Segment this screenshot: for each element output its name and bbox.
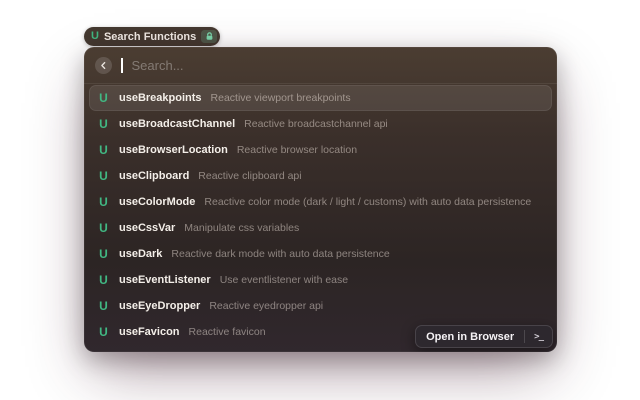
function-description: Reactive viewport breakpoints: [211, 92, 351, 104]
vueuse-function-icon: U: [97, 144, 110, 156]
vueuse-function-icon: U: [97, 300, 110, 312]
lock-icon: [201, 30, 217, 43]
function-name: useBrowserLocation: [119, 144, 228, 156]
function-list: U useBreakpoints Reactive viewport break…: [84, 84, 557, 352]
function-name: useBreakpoints: [119, 92, 202, 104]
list-item[interactable]: U useColorMode Reactive color mode (dark…: [89, 189, 552, 215]
vueuse-function-icon: U: [97, 196, 110, 208]
function-description: Reactive clipboard api: [198, 170, 301, 182]
function-description: Reactive favicon: [189, 326, 266, 338]
vueuse-function-icon: U: [97, 326, 110, 338]
function-name: useEyeDropper: [119, 300, 200, 312]
back-button[interactable]: [95, 57, 112, 74]
function-name: useEventListener: [119, 274, 211, 286]
function-description: Use eventlistener with ease: [220, 274, 348, 286]
action-label: Open in Browser: [416, 331, 524, 343]
function-name: useColorMode: [119, 196, 195, 208]
vueuse-function-icon: U: [97, 248, 110, 260]
text-caret: [121, 58, 123, 73]
list-item[interactable]: U useBroadcastChannel Reactive broadcast…: [89, 111, 552, 137]
list-item[interactable]: U useDark Reactive dark mode with auto d…: [89, 241, 552, 267]
chevron-left-icon: [99, 61, 108, 70]
terminal-prompt-icon: >_: [525, 332, 552, 342]
vueuse-logo-icon: U: [91, 31, 99, 42]
search-input[interactable]: [132, 58, 547, 73]
search-bar: [84, 47, 557, 84]
launcher-window: U useBreakpoints Reactive viewport break…: [84, 47, 557, 352]
vueuse-function-icon: U: [97, 222, 110, 234]
list-item[interactable]: U useBreakpoints Reactive viewport break…: [89, 85, 552, 111]
function-description: Reactive color mode (dark / light / cust…: [204, 196, 531, 208]
command-badge[interactable]: U Search Functions: [84, 27, 220, 46]
function-description: Reactive broadcastchannel api: [244, 118, 388, 130]
vueuse-function-icon: U: [97, 92, 110, 104]
function-description: Reactive dark mode with auto data persis…: [171, 248, 389, 260]
command-title: Search Functions: [104, 31, 196, 43]
open-in-browser-button[interactable]: Open in Browser >_: [415, 325, 553, 348]
list-item[interactable]: U useEyeDropper Reactive eyedropper api: [89, 293, 552, 319]
function-name: useFavicon: [119, 326, 180, 338]
vueuse-function-icon: U: [97, 118, 110, 130]
function-name: useClipboard: [119, 170, 189, 182]
function-name: useCssVar: [119, 222, 175, 234]
vueuse-function-icon: U: [97, 274, 110, 286]
list-item[interactable]: U useClipboard Reactive clipboard api: [89, 163, 552, 189]
function-name: useDark: [119, 248, 162, 260]
function-description: Reactive eyedropper api: [209, 300, 323, 312]
list-item[interactable]: U useBrowserLocation Reactive browser lo…: [89, 137, 552, 163]
function-name: useBroadcastChannel: [119, 118, 235, 130]
list-item[interactable]: U useCssVar Manipulate css variables: [89, 215, 552, 241]
list-item[interactable]: U useEventListener Use eventlistener wit…: [89, 267, 552, 293]
vueuse-function-icon: U: [97, 170, 110, 182]
function-description: Reactive browser location: [237, 144, 357, 156]
function-description: Manipulate css variables: [184, 222, 299, 234]
